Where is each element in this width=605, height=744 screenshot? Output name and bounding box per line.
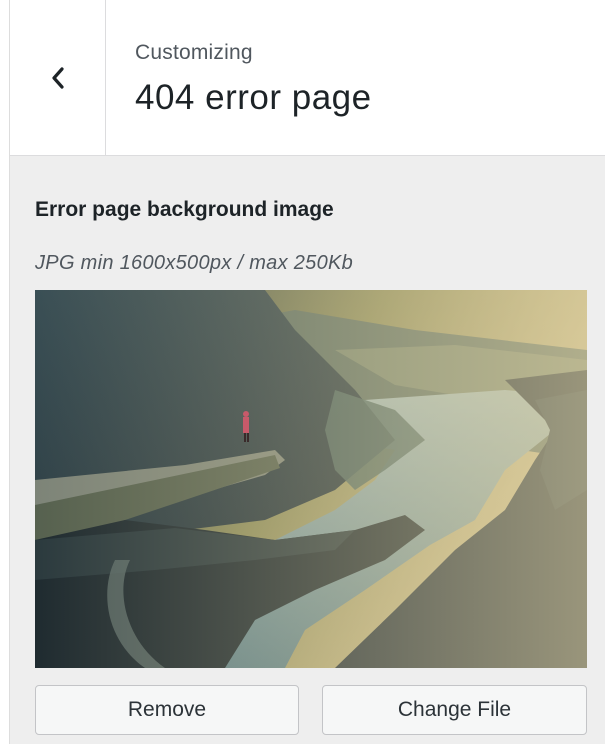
left-edge bbox=[0, 0, 9, 744]
remove-button[interactable]: Remove bbox=[35, 685, 299, 735]
landscape-image bbox=[35, 290, 587, 668]
back-button[interactable] bbox=[10, 0, 106, 155]
control-description: JPG min 1600x500px / max 250Kb bbox=[35, 252, 354, 274]
header-text: Customizing 404 error page bbox=[135, 40, 372, 120]
customizing-label: Customizing bbox=[135, 41, 253, 64]
page-title: 404 error page bbox=[135, 78, 372, 117]
change-file-button[interactable]: Change File bbox=[322, 685, 587, 735]
customizer-panel: Customizing 404 error page Error page ba… bbox=[9, 0, 605, 744]
panel-header: Customizing 404 error page bbox=[10, 0, 605, 156]
background-image-preview[interactable] bbox=[35, 290, 587, 668]
control-label: Error page background image bbox=[35, 198, 334, 221]
chevron-left-icon bbox=[51, 66, 64, 89]
